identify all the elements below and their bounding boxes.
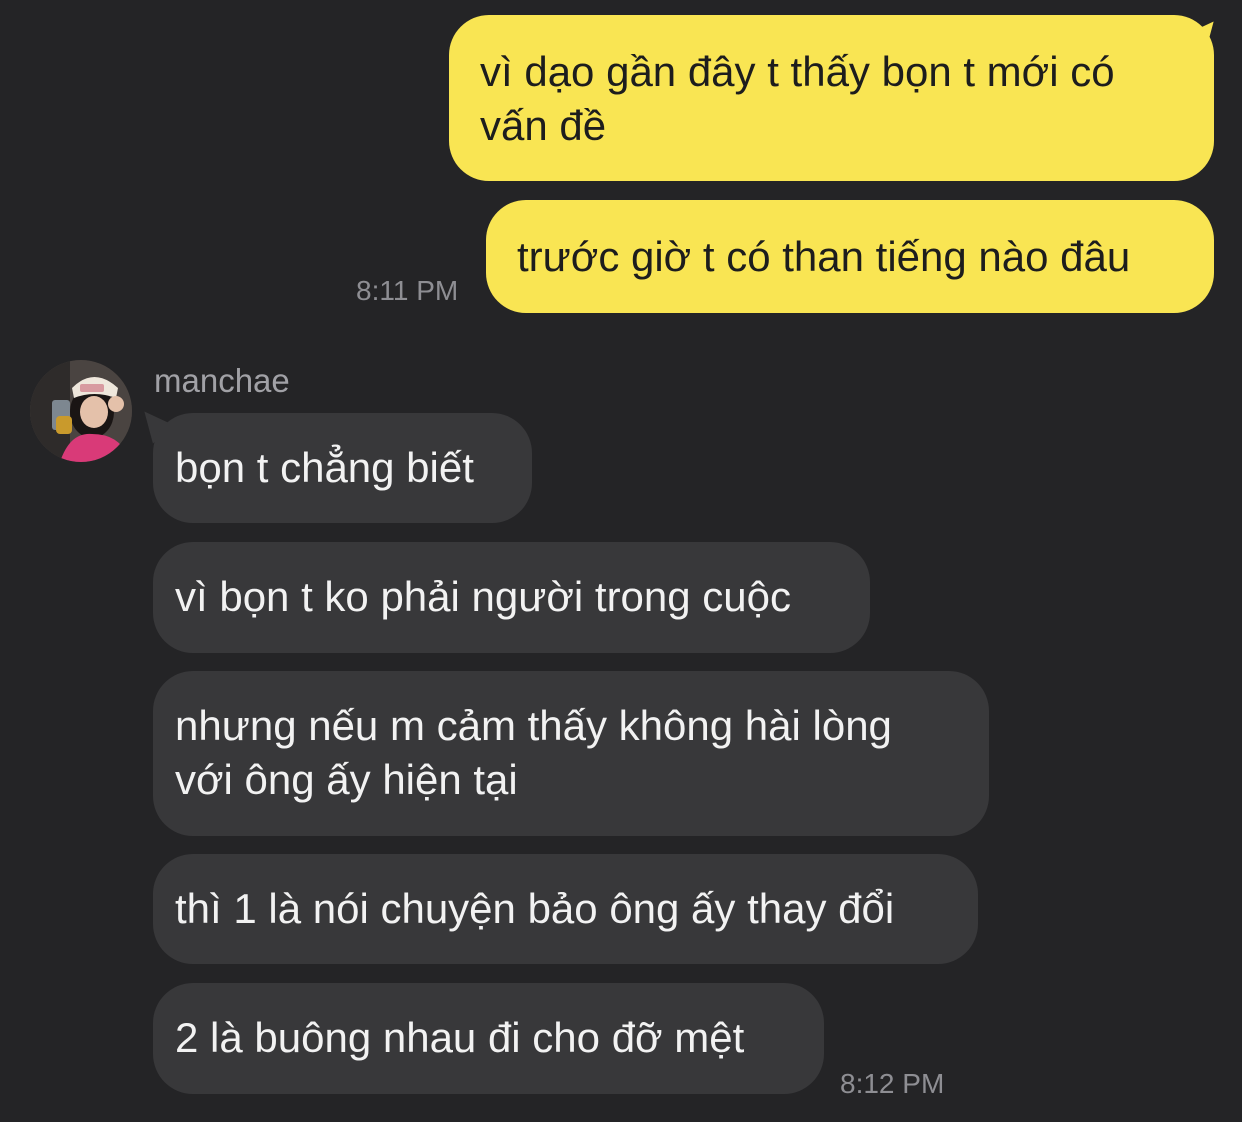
message-text: thì 1 là nói chuyện bảo ông ấy thay đổi: [175, 885, 895, 932]
incoming-message[interactable]: vì bọn t ko phải người trong cuộc: [153, 542, 870, 653]
incoming-message[interactable]: nhưng nếu m cảm thấy không hài lòng với …: [153, 671, 989, 836]
incoming-message[interactable]: thì 1 là nói chuyện bảo ông ấy thay đổi: [153, 854, 978, 964]
incoming-message[interactable]: 2 là buông nhau đi cho đỡ mệt: [153, 983, 824, 1094]
chat-thread: vì dạo gần đây t thấy bọn t mới có vấn đ…: [0, 0, 1242, 1122]
message-text-line: nhưng nếu m cảm thấy không hài lòng: [175, 702, 892, 749]
message-text: 2 là buông nhau đi cho đỡ mệt: [175, 1014, 745, 1061]
contact-name: manchae: [154, 362, 290, 399]
avatar-photo-icon: [30, 360, 132, 462]
outgoing-message[interactable]: trước giờ t có than tiếng nào đâu: [486, 200, 1214, 313]
message-text-line: vì dạo gần đây t thấy bọn t mới có: [480, 48, 1115, 95]
message-text: vì bọn t ko phải người trong cuộc: [175, 573, 792, 620]
contact-avatar[interactable]: [30, 360, 132, 462]
message-text: trước giờ t có than tiếng nào đâu: [517, 233, 1131, 280]
message-text: bọn t chẳng biết: [175, 444, 474, 491]
message-text-line: với ông ấy hiện tại: [175, 756, 518, 803]
incoming-message[interactable]: bọn t chẳng biết: [153, 413, 532, 523]
message-timestamp: 8:11 PM: [356, 275, 459, 306]
message-text-line: vấn đề: [480, 102, 607, 149]
message-timestamp: 8:12 PM: [840, 1068, 945, 1099]
outgoing-message[interactable]: vì dạo gần đây t thấy bọn t mới có vấn đ…: [449, 15, 1214, 181]
